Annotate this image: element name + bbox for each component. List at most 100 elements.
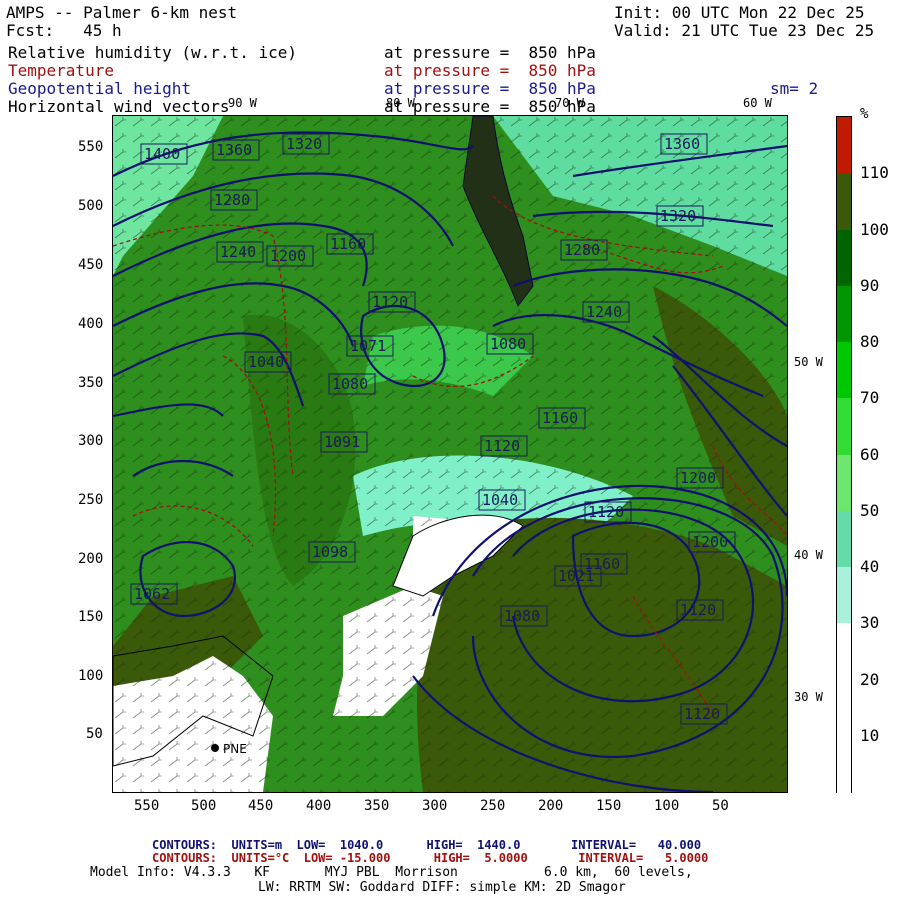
lon-label-50w: 50 W <box>794 355 823 369</box>
x-tick-label: 50 <box>712 798 729 814</box>
y-tick-label: 300 <box>78 433 104 449</box>
colorbar-segment <box>837 623 851 680</box>
height-label: 1160 <box>584 555 620 573</box>
colorbar-segment <box>837 229 851 287</box>
height-label: 1071 <box>350 337 386 355</box>
map-panel: 1400 1360 1320 1280 1240 1200 1160 1120 1080 1040… <box>112 115 788 793</box>
height-label: 1080 <box>332 375 368 393</box>
height-label: 1160 <box>330 235 366 253</box>
colorbar-label: 70 <box>860 388 880 408</box>
footer-physics-info: LW: RRTM SW: Goddard DIFF: simple KM: 2D… <box>258 880 626 895</box>
lon-label-40w: 40 W <box>794 548 823 562</box>
colorbar-label: 90 <box>860 275 880 295</box>
colorbar-label: 110 <box>860 163 889 183</box>
height-label: 1120 <box>588 503 624 521</box>
colorbar-segment <box>837 173 851 230</box>
height-label: 1280 <box>564 241 600 259</box>
x-tick-label: 500 <box>191 798 217 814</box>
colorbar-segment <box>837 679 851 737</box>
field-wind-name: Horizontal wind vectors <box>8 97 230 116</box>
lon-label-70w: 70 W <box>555 96 584 110</box>
height-label: 1080 <box>504 607 540 625</box>
y-tick-label: 100 <box>78 668 104 684</box>
height-label: 1200 <box>680 469 716 487</box>
y-tick-label: 350 <box>78 375 104 391</box>
x-tick-label: 150 <box>596 798 622 814</box>
colorbar-label: 40 <box>860 557 880 576</box>
y-tick-label: 550 <box>78 139 104 155</box>
height-label: 1400 <box>144 145 180 163</box>
x-tick-label: 250 <box>480 798 506 814</box>
height-label: 1360 <box>664 135 700 153</box>
height-label: 1240 <box>586 303 622 321</box>
init-time: Init: 00 UTC Mon 22 Dec 25 <box>614 3 865 22</box>
colorbar-segment <box>837 342 851 399</box>
colorbar-unit: % <box>860 106 869 122</box>
station-label: PNE <box>223 742 247 756</box>
y-tick-label: 150 <box>78 609 104 625</box>
footer-height-contours: CONTOURS: UNITS=m LOW= 1040.0 HIGH= 1440… <box>152 838 702 852</box>
footer-temp-contours: CONTOURS: UNITS=°C LOW= -15.000 HIGH= 5.… <box>152 851 709 865</box>
height-label: 1040 <box>248 353 284 371</box>
colorbar-label: 60 <box>860 444 880 464</box>
height-label: 1040 <box>482 491 518 509</box>
forecast-hour: Fcst: 45 h <box>6 21 122 40</box>
y-tick-label: 450 <box>78 257 104 273</box>
station-marker <box>211 744 219 752</box>
valid-time: Valid: 21 UTC Tue 23 Dec 25 <box>614 21 875 40</box>
x-tick-label: 550 <box>134 798 160 814</box>
smoothing-label: sm= 2 <box>770 79 819 98</box>
field-rh-name: Relative humidity (w.r.t. ice) <box>8 43 297 62</box>
height-label: 1200 <box>270 247 306 265</box>
height-label: 1320 <box>286 135 322 153</box>
lon-label-30w: 30 W <box>794 690 823 704</box>
colorbar-label: 100 <box>860 219 889 239</box>
map-canvas: 1400 1360 1320 1280 1240 1200 1160 1120 1080 1040… <box>113 116 787 792</box>
colorbar-segment <box>837 117 851 174</box>
field-temp-name: Temperature <box>8 61 114 80</box>
colorbar-label: 30 <box>860 613 880 633</box>
field-temp-level: at pressure = 850 hPa <box>384 61 596 80</box>
height-label: 1062 <box>134 585 170 603</box>
colorbar-label: 20 <box>860 669 880 689</box>
lon-label-60w: 60 W <box>743 96 772 110</box>
lon-label-80w: 80 W <box>386 96 415 110</box>
colorbar-label: 50 <box>860 500 880 520</box>
x-tick-label: 400 <box>306 798 332 814</box>
colorbar-segment <box>837 454 851 512</box>
colorbar-label: 80 <box>860 332 880 351</box>
x-tick-label: 300 <box>422 798 448 814</box>
map-title: AMPS -- Palmer 6-km nest <box>6 3 238 22</box>
height-label: 1360 <box>216 141 252 159</box>
colorbar-segment <box>837 735 851 793</box>
x-tick-label: 450 <box>248 798 274 814</box>
field-rh-level: at pressure = 850 hPa <box>384 43 596 62</box>
field-height-name: Geopotential height <box>8 79 192 98</box>
colorbar-segment <box>837 510 851 568</box>
height-label: 1120 <box>680 601 716 619</box>
height-label: 1160 <box>542 409 578 427</box>
height-label: 1200 <box>692 533 728 551</box>
colorbar-segment <box>837 567 851 624</box>
y-tick-label: 500 <box>78 198 104 214</box>
height-label: 1120 <box>684 705 720 723</box>
y-tick-label: 50 <box>86 726 103 742</box>
footer-model-info: Model Info: V4.3.3 KF MYJ PBL Morrison 6… <box>90 865 693 880</box>
colorbar-segment <box>837 285 851 343</box>
colorbar-segment <box>837 398 851 455</box>
height-label: 1280 <box>214 191 250 209</box>
height-label: 1091 <box>324 433 360 451</box>
y-tick-label: 200 <box>78 551 104 567</box>
y-tick-label: 400 <box>78 316 104 332</box>
height-label: 1320 <box>660 207 696 225</box>
colorbar <box>836 116 852 793</box>
height-label: 1120 <box>484 437 520 455</box>
height-label: 1098 <box>312 543 348 561</box>
colorbar-label: 10 <box>860 725 880 745</box>
x-tick-label: 200 <box>538 798 564 814</box>
height-label: 1080 <box>490 335 526 353</box>
lon-label-90w: 90 W <box>228 96 257 110</box>
x-tick-label: 100 <box>654 798 680 814</box>
x-tick-label: 350 <box>364 798 390 814</box>
y-tick-label: 250 <box>78 492 104 508</box>
